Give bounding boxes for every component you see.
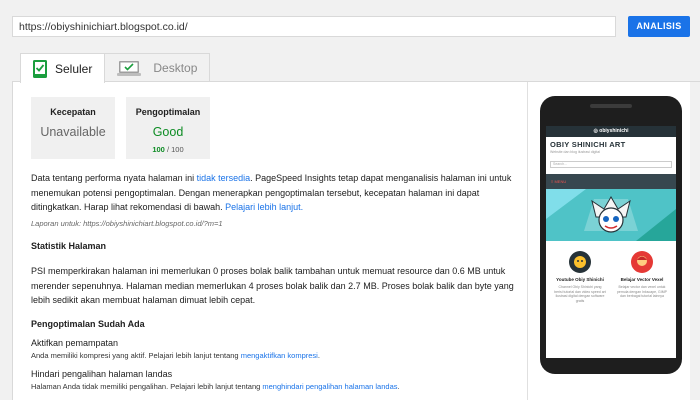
optimization-item-desc: Anda memiliki kompresi yang aktif. Pelaj…: [31, 351, 320, 360]
optimization-score: 100 / 100: [126, 145, 210, 154]
optimization-title: Pengoptimalan: [135, 107, 201, 117]
speed-score-card: Kecepatan Unavailable: [31, 97, 115, 159]
site-topnav-text: obiyshinichi: [599, 128, 629, 134]
not-available-link[interactable]: tidak tersedia: [197, 173, 251, 183]
site-banner: [546, 189, 676, 241]
site-subtitle: Website dan blog ilustrasi digital: [550, 150, 600, 154]
report-url: Laporan untuk: https://obiyshinichiart.b…: [31, 219, 223, 228]
compression-desc-end: .: [317, 351, 320, 360]
optimization-item-desc: Halaman Anda tidak memiliki pengalihan. …: [31, 382, 400, 391]
compression-desc: Anda memiliki kompresi yang aktif. Pelaj…: [31, 351, 241, 360]
tab-desktop-label: Desktop: [153, 61, 198, 75]
vector-card-icon: [631, 251, 653, 273]
optimizations-heading: Pengoptimalan Sudah Ada: [31, 319, 145, 329]
banner-logo-icon: [546, 189, 676, 241]
panel-divider: [527, 82, 528, 400]
site-card: Youtube Obiy Shinichi Channel Obiy Shini…: [554, 251, 606, 303]
optimization-score-max: / 100: [166, 145, 184, 154]
youtube-card-icon: [569, 251, 591, 273]
optimization-score-card: Pengoptimalan Good 100 / 100: [126, 97, 210, 159]
speed-value: Unavailable: [40, 125, 106, 139]
redirect-link[interactable]: menghindari pengalihan halaman landas: [262, 382, 397, 391]
optimization-item-title[interactable]: Aktifkan pemampatan: [31, 338, 118, 348]
mobile-screenshot: ◎ obiyshinichi OBIY SHINICHI ART Website…: [546, 126, 676, 358]
top-bar: ANALISIS: [0, 0, 700, 50]
speed-title: Kecepatan: [50, 107, 96, 117]
learn-more-link[interactable]: Pelajari lebih lanjut.: [225, 202, 303, 212]
compression-link[interactable]: mengaktifkan kompresi: [241, 351, 318, 360]
mobile-preview-phone: ◎ obiyshinichi OBIY SHINICHI ART Website…: [540, 96, 682, 374]
site-card: Belajar Vector Vexel Belajar vector dan …: [616, 251, 668, 303]
mobile-icon: [33, 59, 47, 78]
intro-text-1: Data tentang performa nyata halaman ini: [31, 173, 197, 183]
intro-paragraph: Data tentang performa nyata halaman ini …: [31, 171, 527, 215]
site-title: OBIY SHINICHI ART: [550, 140, 626, 149]
tab-mobile-label: Seluler: [55, 61, 93, 76]
card-title: Belajar Vector Vexel: [620, 277, 664, 282]
optimization-score-value: 100: [152, 145, 165, 154]
site-menu-label: MENU: [554, 179, 567, 184]
page-stats-text: PSI memperkirakan halaman ini memerlukan…: [31, 266, 514, 305]
url-input[interactable]: [12, 16, 616, 37]
tab-desktop[interactable]: Desktop: [105, 53, 211, 82]
site-cards: Youtube Obiy Shinichi Channel Obiy Shini…: [546, 241, 676, 303]
card-text: Belajar vector dan vexel untuk pemula de…: [616, 285, 667, 298]
page-scrollbar[interactable]: [690, 82, 700, 400]
optimization-item-title[interactable]: Hindari pengalihan halaman landas: [31, 369, 172, 379]
site-menu: ≡ MENU: [546, 174, 676, 189]
card-text: Channel Obiy Shinichi yang berisi tutori…: [554, 285, 606, 303]
page-stats-heading: Statistik Halaman: [31, 241, 107, 251]
device-tabs: Seluler Desktop: [20, 53, 211, 83]
optimization-value: Good: [152, 125, 184, 139]
card-title: Youtube Obiy Shinichi: [556, 277, 604, 282]
desktop-icon: [117, 60, 142, 76]
instagram-icon: ◎: [593, 128, 598, 134]
tab-mobile[interactable]: Seluler: [20, 53, 106, 83]
results-content: Kecepatan Unavailable Pengoptimalan Good…: [13, 82, 527, 400]
redirect-desc-end: .: [397, 382, 400, 391]
redirect-desc: Halaman Anda tidak memiliki pengalihan. …: [31, 382, 263, 391]
site-search: Search...: [550, 161, 672, 168]
analyze-button[interactable]: ANALISIS: [628, 16, 690, 37]
site-header: OBIY SHINICHI ART Website dan blog ilust…: [546, 137, 676, 157]
phone-speaker: [590, 104, 632, 108]
site-topnav: ◎ obiyshinichi: [546, 126, 676, 137]
